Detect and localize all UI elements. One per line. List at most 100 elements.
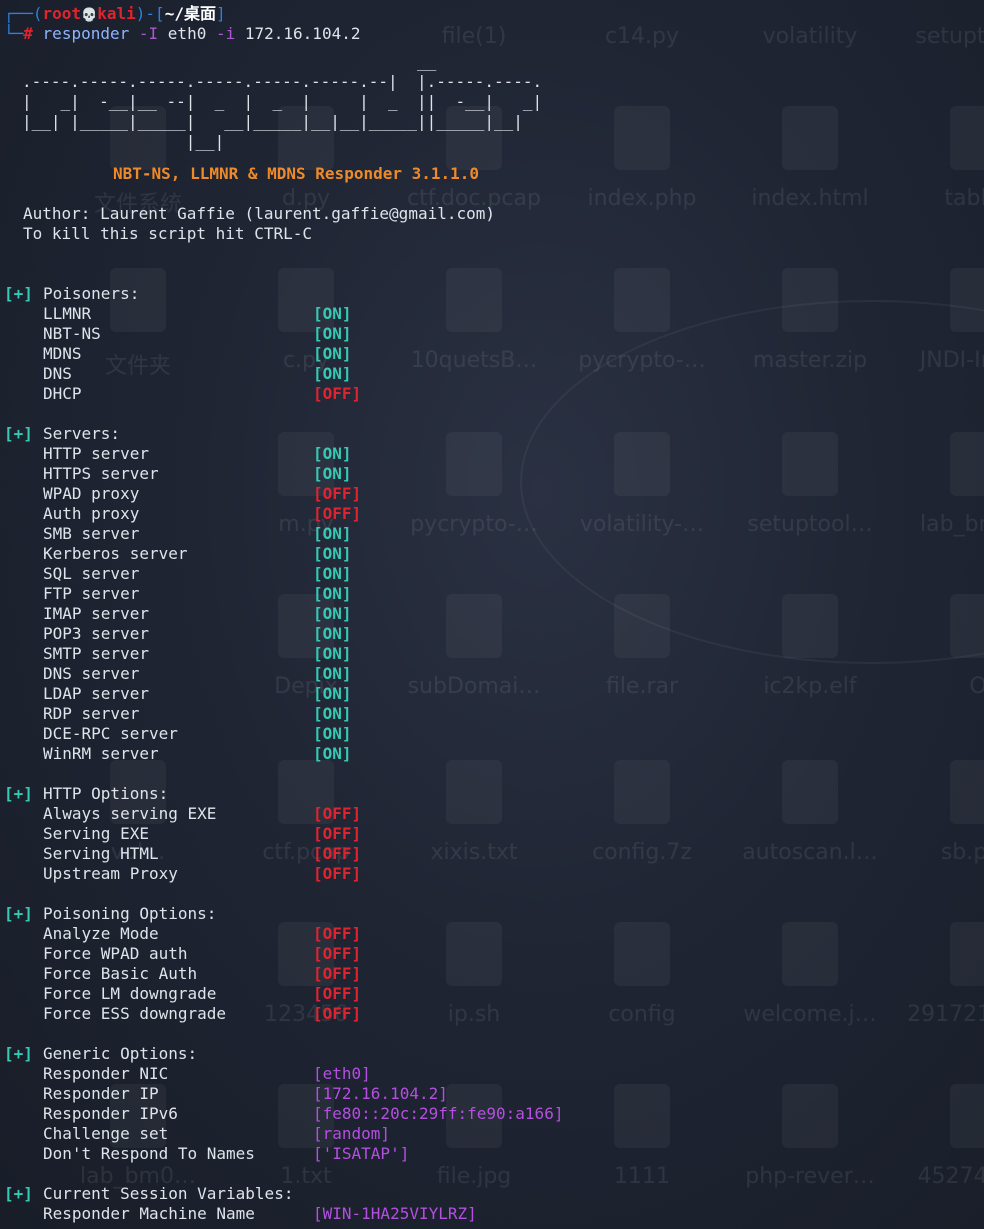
desktop-file-label: index.php — [587, 186, 697, 211]
option-label: Challenge set — [43, 1124, 169, 1143]
command-name: responder — [42, 24, 130, 43]
option-row: HTTPS server [ON] — [0, 464, 984, 484]
option-status-badge: [ON] — [313, 564, 352, 583]
option-row: WPAD proxy [OFF] — [0, 484, 984, 504]
option-label: Always serving EXE — [43, 804, 217, 823]
section-plus-marker: [+] — [4, 284, 33, 303]
option-row: Force ESS downgrade [OFF] — [0, 1004, 984, 1024]
desktop-file-label: 45274.htm — [917, 1164, 984, 1189]
section-title: HTTP Options: — [43, 784, 169, 803]
command-line[interactable]: └─# responder -I eth0 -i 172.16.104.2 — [4, 24, 360, 44]
skull-icon: 💀 — [81, 8, 98, 23]
option-label: Force Basic Auth — [43, 964, 198, 983]
option-row: POP3 server [ON] — [0, 624, 984, 644]
responder-ascii-banner: __ .----.-----.-----.-----.-----.-----.-… — [22, 52, 543, 151]
section-title: Generic Options: — [43, 1044, 198, 1063]
desktop-file-label: php-rever… — [745, 1164, 875, 1189]
option-status-badge: [ON] — [313, 624, 352, 643]
prompt-frame-mid: )-[ — [135, 4, 165, 23]
option-label: HTTP server — [43, 444, 149, 463]
option-row: SMTP server [ON] — [0, 644, 984, 664]
section-plus-marker: [+] — [4, 904, 33, 923]
option-status-badge: [OFF] — [313, 944, 362, 963]
option-value: [eth0] — [313, 1064, 371, 1083]
option-label: Force WPAD auth — [43, 944, 188, 963]
option-status-badge: [OFF] — [313, 844, 362, 863]
option-label: IMAP server — [43, 604, 149, 623]
option-status-badge: [ON] — [313, 644, 352, 663]
option-status-badge: [OFF] — [313, 864, 362, 883]
section-title: Poisoners: — [43, 284, 140, 303]
option-status-badge: [OFF] — [313, 504, 362, 523]
option-status-badge: [OFF] — [313, 1004, 362, 1023]
option-label: NBT-NS — [43, 324, 101, 343]
command-flag-ip: -i — [215, 24, 236, 43]
option-status-badge: [OFF] — [313, 984, 362, 1003]
option-label: LDAP server — [43, 684, 149, 703]
option-row: DCE-RPC server [ON] — [0, 724, 984, 744]
option-label: HTTPS server — [43, 464, 159, 483]
option-status-badge: [OFF] — [313, 824, 362, 843]
option-label: Serving HTML — [43, 844, 159, 863]
prompt-frame-close: ] — [215, 4, 226, 23]
desktop-file-label: setuptool… — [915, 24, 984, 49]
section-title: Poisoning Options: — [43, 904, 217, 923]
option-row: Serving HTML [OFF] — [0, 844, 984, 864]
section-plus-marker: [+] — [4, 1184, 33, 1203]
command-arg-ip: 172.16.104.2 — [244, 24, 361, 43]
desktop-file-label: index.html — [751, 186, 869, 211]
option-label: Upstream Proxy — [43, 864, 178, 883]
option-value: [WIN-1HA25VIYLRZ] — [313, 1204, 477, 1223]
option-row: FTP server [ON] — [0, 584, 984, 604]
option-row: Responder IPv6 [fe80::20c:29ff:fe90:a166] — [0, 1104, 984, 1124]
option-row: MDNS [ON] — [0, 344, 984, 364]
command-arg-interface: eth0 — [167, 24, 207, 43]
option-status-badge: [ON] — [313, 744, 352, 763]
option-status-badge: [ON] — [313, 684, 352, 703]
option-label: Responder IPv6 — [43, 1104, 178, 1123]
option-status-badge: [ON] — [313, 324, 352, 343]
option-label: Responder Machine Name — [43, 1204, 255, 1223]
option-label: LLMNR — [43, 304, 92, 323]
option-label: WinRM server — [43, 744, 159, 763]
option-row: DHCP [OFF] — [0, 384, 984, 404]
desktop-file-label: file(1) — [441, 24, 507, 49]
option-status-badge: [ON] — [313, 344, 352, 363]
option-status-badge: [OFF] — [313, 484, 362, 503]
option-row: Responder NIC [eth0] — [0, 1064, 984, 1084]
option-label: Analyze Mode — [43, 924, 159, 943]
desktop-file-label: c14.py — [604, 24, 680, 49]
option-row: DNS server [ON] — [0, 664, 984, 684]
option-row: Responder Machine Name [WIN-1HA25VIYLRZ] — [0, 1204, 984, 1224]
option-row: Upstream Proxy [OFF] — [0, 864, 984, 884]
option-label: DNS server — [43, 664, 140, 683]
option-row: SQL server [ON] — [0, 564, 984, 584]
option-row: DNS [ON] — [0, 364, 984, 384]
section-plus-marker: [+] — [4, 1044, 33, 1063]
option-row: Analyze Mode [OFF] — [0, 924, 984, 944]
option-label: Force ESS downgrade — [43, 1004, 227, 1023]
option-row: Challenge set [random] — [0, 1124, 984, 1144]
option-status-badge: [OFF] — [313, 924, 362, 943]
option-row: HTTP server [ON] — [0, 444, 984, 464]
desktop-file-icon — [782, 106, 838, 170]
prompt-frame-open: ┌──( — [4, 4, 43, 23]
option-value: [random] — [313, 1124, 391, 1143]
prompt-user: root — [42, 4, 82, 23]
option-row: Force LM downgrade [OFF] — [0, 984, 984, 1004]
option-status-badge: [ON] — [313, 704, 352, 723]
option-status-badge: [OFF] — [313, 964, 362, 983]
option-value: ['ISATAP'] — [313, 1144, 410, 1163]
option-row: IMAP server [ON] — [0, 604, 984, 624]
option-label: MDNS — [43, 344, 82, 363]
option-label: Don't Respond To Names — [43, 1144, 255, 1163]
prompt-hash: # — [23, 24, 33, 43]
option-value: [172.16.104.2] — [313, 1084, 448, 1103]
option-label: SMB server — [43, 524, 140, 543]
option-label: FTP server — [43, 584, 140, 603]
option-row: NBT-NS [ON] — [0, 324, 984, 344]
option-label: Serving EXE — [43, 824, 149, 843]
prompt-frame-corner: └─ — [4, 24, 24, 43]
author-line: Author: Laurent Gaffie (laurent.gaffie@g… — [23, 204, 496, 223]
desktop-file-label: tables — [944, 186, 984, 211]
